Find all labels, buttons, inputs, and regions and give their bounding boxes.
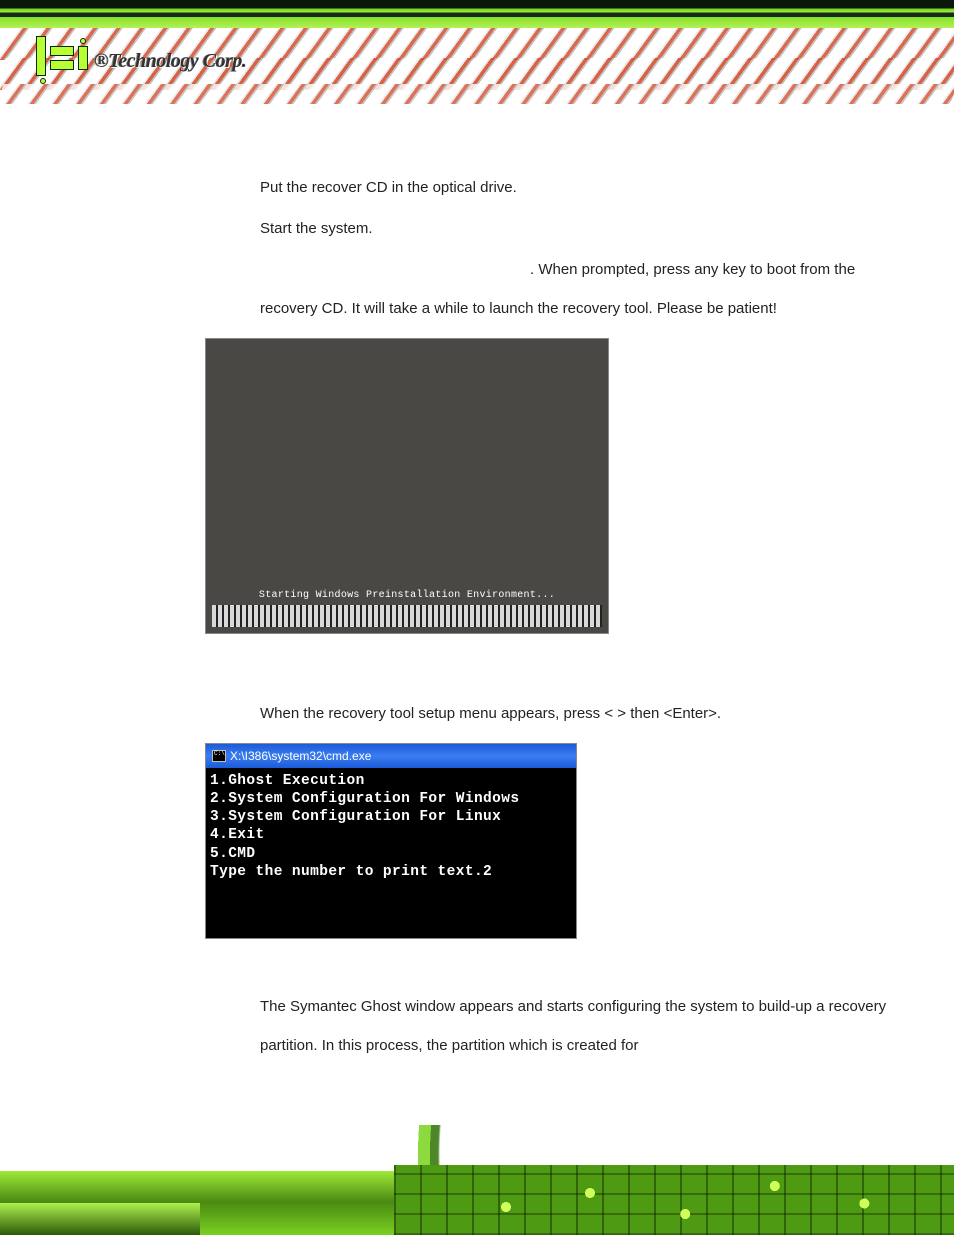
cmd-titlebar: X:\I386\system32\cmd.exe xyxy=(206,744,576,768)
instruction-step: The Symantec Ghost window appears and st… xyxy=(260,987,894,1065)
figure-cmd-screenshot: X:\I386\system32\cmd.exe 1.Ghost Executi… xyxy=(205,743,577,939)
instruction-step: Put the recover CD in the optical drive. xyxy=(260,168,894,207)
instruction-step: Start the system. xyxy=(260,209,894,248)
page-content: Put the recover CD in the optical drive.… xyxy=(200,168,894,1065)
footer-leftbar-decor xyxy=(0,1203,200,1235)
cmd-terminal-text: 1.Ghost Execution 2.System Configuration… xyxy=(206,768,576,885)
instruction-text: . When prompted, press any key to boot f… xyxy=(260,261,855,317)
cmd-title-text: X:\I386\system32\cmd.exe xyxy=(230,749,371,764)
cmd-icon xyxy=(212,750,226,762)
instruction-step: When the recovery tool setup menu appear… xyxy=(260,694,894,733)
figure-caption-text: Starting Windows Preinstallation Environ… xyxy=(259,590,555,601)
footer-pcb-decor xyxy=(394,1165,954,1235)
figure-boot-screenshot: Starting Windows Preinstallation Environ… xyxy=(205,338,609,634)
brand-logo: ®Technology Corp. xyxy=(34,30,264,96)
header-banner: ®Technology Corp. xyxy=(0,0,954,140)
brand-logo-text: ®Technology Corp. xyxy=(94,50,246,73)
brand-mark-icon xyxy=(36,36,88,88)
progress-ruler-icon xyxy=(212,605,602,627)
footer-banner xyxy=(0,1125,954,1235)
instruction-step: . When prompted, press any key to boot f… xyxy=(260,250,894,328)
